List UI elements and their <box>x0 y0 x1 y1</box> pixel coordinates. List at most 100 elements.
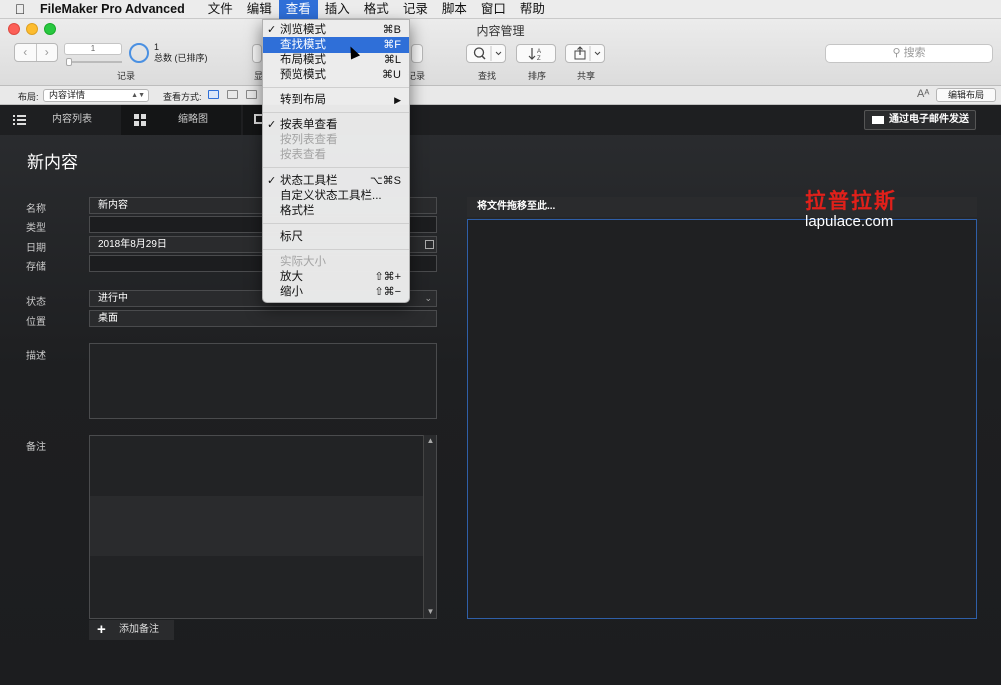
tab-content-list[interactable]: 内容列表 <box>13 105 113 135</box>
description-label: 描述 <box>26 351 46 362</box>
menu-shortcut: ⇧⌘+ <box>374 271 401 283</box>
menu-separator <box>263 87 409 88</box>
menu-item-layout-mode[interactable]: 布局模式 ⌘L <box>263 52 409 68</box>
menu-shortcut: ⌘B <box>382 24 401 36</box>
menu-item-view-as-list: 按列表查看 <box>263 132 409 148</box>
menu-separator <box>263 167 409 168</box>
menu-separator <box>263 112 409 113</box>
font-size-icon[interactable]: Aᴬ <box>917 88 929 100</box>
file-drop-zone[interactable] <box>467 219 977 619</box>
menu-item-view-as-form[interactable]: ✓ 按表单查看 <box>263 117 409 133</box>
share-label: 共享 <box>577 71 596 81</box>
layout-label: 布局: <box>18 92 39 102</box>
notes-portal[interactable] <box>89 435 437 619</box>
menu-view[interactable]: 查看 <box>278 0 318 19</box>
scroll-up-icon[interactable]: ▲ <box>424 435 437 447</box>
menu-scripts[interactable]: 脚本 <box>435 0 474 19</box>
menu-format[interactable]: 格式 <box>357 0 396 19</box>
menu-item-label: 转到布局 <box>280 94 326 106</box>
chevron-down-icon: ▲▼ <box>131 92 145 99</box>
scroll-down-icon[interactable]: ▼ <box>424 606 437 618</box>
svg-text:Z: Z <box>537 56 541 62</box>
checkmark-icon: ✓ <box>267 175 277 187</box>
menu-item-label: 预览模式 <box>280 69 326 81</box>
app-menu[interactable]: FileMaker Pro Advanced <box>40 2 185 16</box>
menu-item-label: 标尺 <box>280 231 303 243</box>
menu-item-status-toolbar[interactable]: ✓ 状态工具栏 ⌥⌘S <box>263 173 409 189</box>
find-button[interactable] <box>466 44 506 63</box>
description-field[interactable] <box>89 343 437 419</box>
share-icon <box>574 46 601 61</box>
share-button[interactable] <box>565 44 605 63</box>
layout-tab-bar: 内容列表 缩略图 通过电子邮件发送 <box>0 105 1001 135</box>
notes-row[interactable] <box>90 496 423 556</box>
menu-item-label: 格式栏 <box>280 205 315 217</box>
record-slider-handle[interactable] <box>66 58 72 66</box>
menu-item-zoom-out[interactable]: 缩小 ⇧⌘− <box>263 284 409 300</box>
svg-text:A: A <box>537 49 541 55</box>
watermark-chinese: 拉普拉斯 <box>805 188 897 213</box>
date-label: 日期 <box>26 243 46 254</box>
menu-item-label: 状态工具栏 <box>280 175 338 187</box>
send-email-button[interactable]: 通过电子邮件发送 <box>864 110 976 130</box>
next-record-icon[interactable]: › <box>37 44 58 61</box>
menu-item-label: 浏览模式 <box>280 24 326 36</box>
type-label: 类型 <box>26 223 46 234</box>
search-icon: ⚲ <box>892 47 901 59</box>
menu-item-find-mode[interactable]: 查找模式 ⌘F <box>263 37 409 53</box>
view-as-list-icon[interactable] <box>227 90 238 99</box>
notes-label: 备注 <box>26 442 46 453</box>
menu-item-label: 放大 <box>280 271 303 283</box>
tab-thumbnails[interactable]: 缩略图 <box>121 105 241 135</box>
sort-label: 排序 <box>528 71 547 81</box>
record-slider[interactable] <box>66 61 122 63</box>
add-note-button[interactable]: + 添加备注 <box>89 620 174 640</box>
record-navigation: ‹ › <box>14 43 58 62</box>
menu-item-zoom-in[interactable]: 放大 ⇧⌘+ <box>263 269 409 285</box>
edit-layout-button[interactable]: 编辑布局 <box>936 88 996 102</box>
apple-menu-icon[interactable]:  <box>0 1 40 17</box>
location-field[interactable]: 桌面 <box>89 310 437 327</box>
menu-item-label: 实际大小 <box>280 256 326 268</box>
sort-button[interactable]: A Z <box>516 44 556 63</box>
quick-find-input[interactable]: ⚲ 搜索 <box>825 44 993 63</box>
current-record-field[interactable]: 1 <box>64 43 122 55</box>
menu-help[interactable]: 帮助 <box>513 0 552 19</box>
menu-records[interactable]: 记录 <box>396 0 435 19</box>
menu-item-view-as-table: 按表查看 <box>263 147 409 163</box>
view-as-table-icon[interactable] <box>246 90 257 99</box>
plus-icon: + <box>97 621 106 638</box>
date-value: 2018年8月29日 <box>98 239 167 250</box>
checkmark-icon: ✓ <box>267 24 277 36</box>
menu-item-label: 缩小 <box>280 286 303 298</box>
search-placeholder: 搜索 <box>903 47 926 59</box>
notes-scrollbar[interactable]: ▲ ▼ <box>423 435 436 618</box>
previous-record-icon[interactable]: ‹ <box>15 44 37 61</box>
menu-separator <box>263 249 409 250</box>
menu-item-customize-toolbar[interactable]: 自定义状态工具栏... <box>263 188 409 204</box>
menu-file[interactable]: 文件 <box>201 0 240 19</box>
menu-item-browse-mode[interactable]: ✓ 浏览模式 ⌘B <box>263 22 409 38</box>
send-email-label: 通过电子邮件发送 <box>889 114 969 125</box>
menu-item-preview-mode[interactable]: 预览模式 ⌘U <box>263 67 409 83</box>
menu-shortcut: ⌘F <box>383 39 401 51</box>
menu-separator <box>263 223 409 224</box>
menu-item-label: 按表单查看 <box>280 119 338 131</box>
show-all-button[interactable] <box>252 44 262 63</box>
new-record-button[interactable] <box>411 44 423 63</box>
layout-select[interactable]: 内容详情 ▲▼ <box>43 89 149 102</box>
submenu-arrow-icon: ▶ <box>394 95 401 105</box>
location-label: 位置 <box>26 317 46 328</box>
name-label: 名称 <box>26 204 46 215</box>
find-icon <box>473 46 502 61</box>
menu-edit[interactable]: 编辑 <box>240 0 279 19</box>
menu-item-ruler[interactable]: 标尺 <box>263 229 409 245</box>
menu-bar:  FileMaker Pro Advanced 文件 编辑 查看 插入 格式 … <box>0 0 1001 19</box>
menu-window[interactable]: 窗口 <box>474 0 513 19</box>
menu-item-go-to-layout[interactable]: 转到布局 ▶ <box>263 92 409 108</box>
menu-item-formatting-bar[interactable]: 格式栏 <box>263 203 409 219</box>
status-toolbar: 内容管理 ‹ › 1 1 总数 (已排序) 记录 显 记录 查找 A Z 排序 <box>0 19 1001 86</box>
calendar-icon[interactable] <box>425 240 434 249</box>
menu-insert[interactable]: 插入 <box>318 0 357 19</box>
view-as-form-icon[interactable] <box>208 90 219 99</box>
